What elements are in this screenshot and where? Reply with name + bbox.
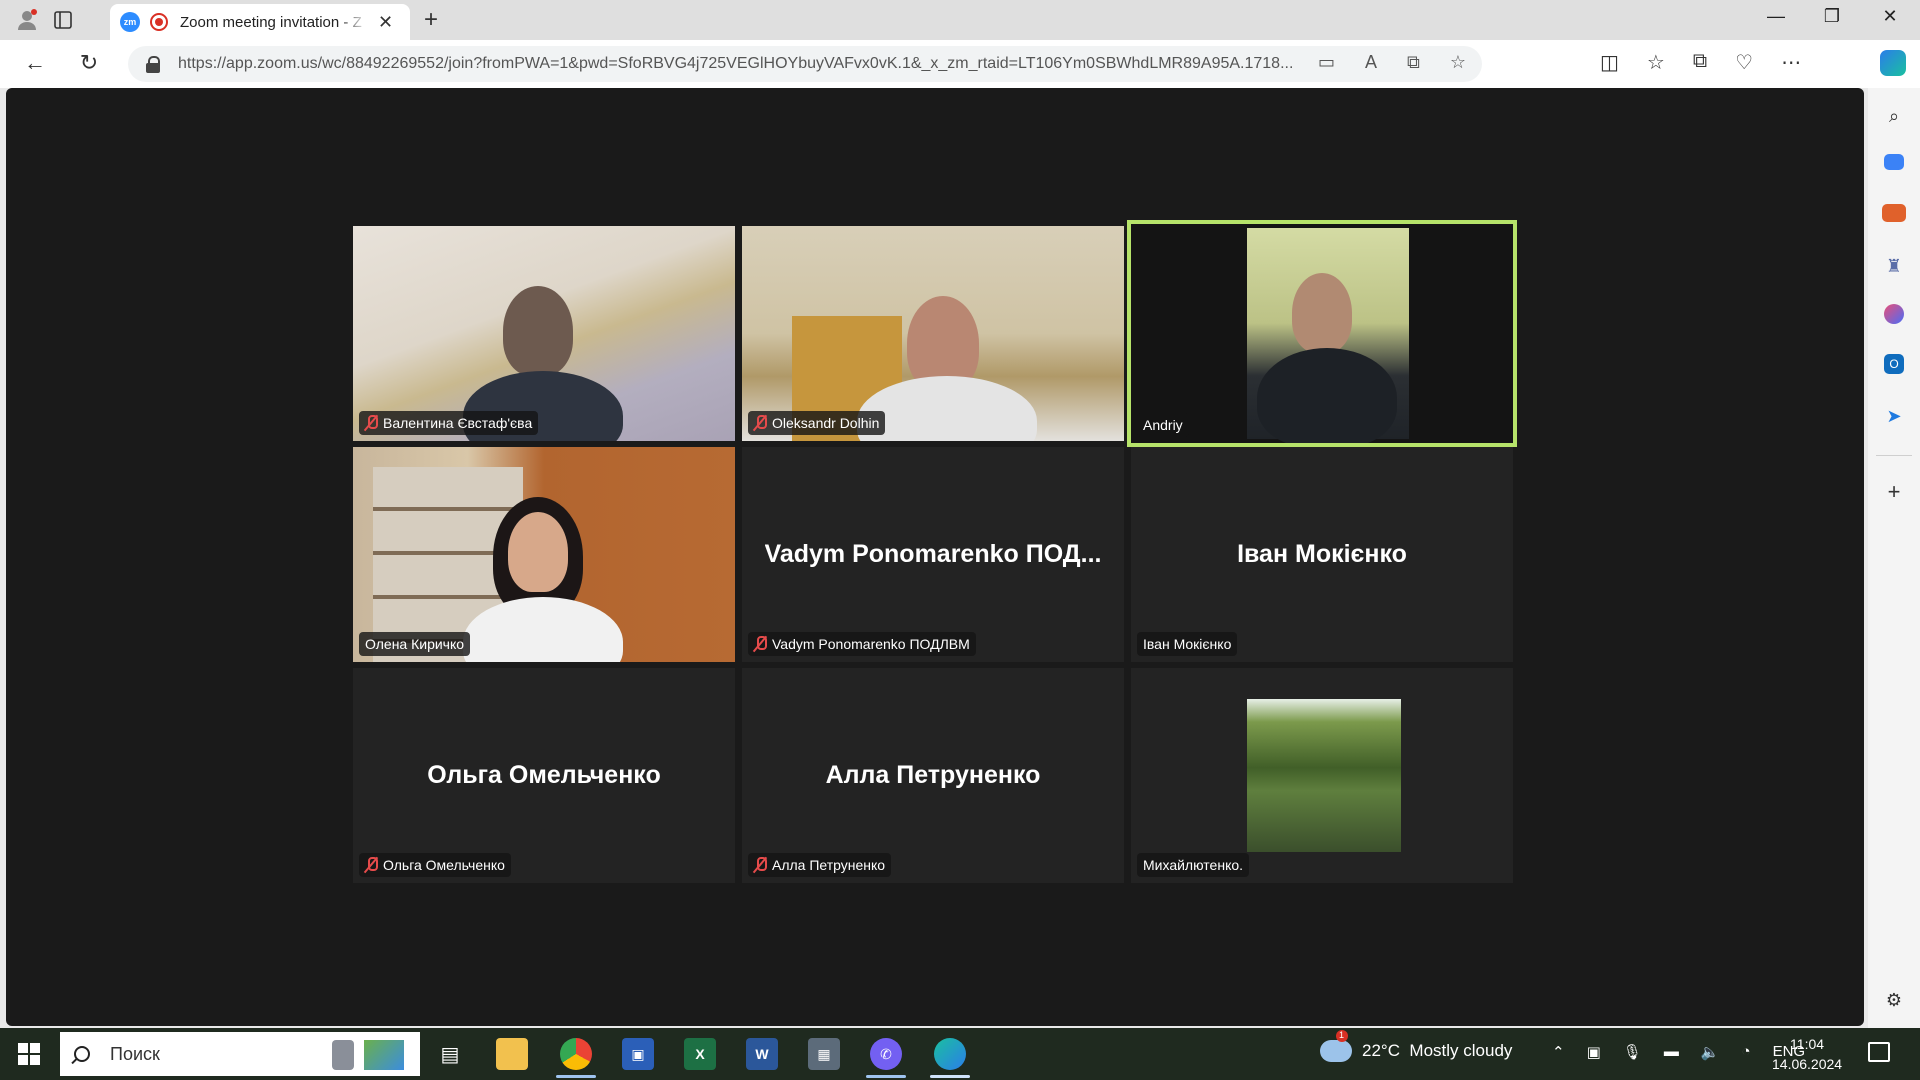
participant-tile[interactable]: Алла Петруненко Алла Петруненко [742, 668, 1124, 883]
task-view-icon[interactable]: ▤ [434, 1038, 466, 1070]
wifi-icon[interactable]: ◔ [1742, 1043, 1751, 1061]
search-icon [74, 1046, 90, 1062]
participant-name-label: Валентина Євстаф'єва [359, 411, 539, 435]
settings-icon[interactable]: ⚙ [1882, 988, 1906, 1012]
add-icon[interactable]: + [1882, 479, 1906, 504]
participant-video [1247, 228, 1409, 443]
recording-icon [150, 13, 168, 31]
chevron-up-icon[interactable]: ⌃ [1552, 1043, 1565, 1061]
collections-icon[interactable]: ⧉ [1693, 50, 1707, 75]
zoom-favicon-icon: zm [120, 12, 140, 32]
participant-tile[interactable]: Ольга Омельченко Ольга Омельченко [353, 668, 735, 883]
file-explorer-icon[interactable] [496, 1038, 528, 1070]
excel-icon[interactable]: X [684, 1038, 716, 1070]
tab-zoom-meeting[interactable]: zm Zoom meeting invitation - Z ✕ [110, 4, 410, 40]
participant-tile[interactable]: Валентина Євстаф'єва [353, 226, 735, 441]
microphone-icon[interactable]: 🎙 [1623, 1043, 1642, 1061]
mic-muted-icon [365, 857, 378, 873]
clock[interactable]: 11:04 14.06.2024 [1772, 1034, 1842, 1074]
word-icon[interactable]: W [746, 1038, 778, 1070]
tools-icon[interactable] [1882, 204, 1906, 222]
volume-icon[interactable]: 🔈 [1701, 1043, 1720, 1061]
app-available-icon[interactable]: ⧉ [1407, 52, 1420, 73]
participant-name-label: Алла Петруненко [748, 853, 892, 877]
clock-time: 11:04 [1790, 1036, 1825, 1052]
participant-display-name: Іван Мокієнко [1237, 540, 1407, 568]
profile-icon[interactable] [14, 8, 40, 32]
system-tray: ⌃ ▣ 🎙 ▬ 🔈 ◔ ENG [1552, 1043, 1805, 1061]
cloud-icon: 1 [1320, 1030, 1352, 1062]
participant-video [503, 286, 573, 376]
more-icon[interactable]: ⋯ [1781, 50, 1801, 75]
drop-icon[interactable]: ➤ [1882, 404, 1906, 428]
shopping-tag-icon[interactable] [1884, 154, 1904, 170]
browser-tab-bar: zm Zoom meeting invitation - Z ✕ + — ❐ ✕ [0, 0, 1920, 40]
video-icon[interactable]: ▭ [1318, 52, 1335, 73]
save-app-icon[interactable]: ▣ [622, 1038, 654, 1070]
tab-actions-icon[interactable] [50, 8, 76, 32]
notification-icon[interactable] [1868, 1042, 1890, 1062]
outlook-icon[interactable]: O [1884, 354, 1904, 374]
battery-icon[interactable]: ▬ [1664, 1043, 1679, 1061]
microsoft365-icon[interactable] [1884, 304, 1904, 324]
copilot-icon[interactable] [1880, 50, 1906, 76]
participant-name-label: Vadym Ponomarenko ПОДЛВМ [748, 632, 976, 656]
search-highlight-map-icon [364, 1040, 404, 1070]
read-aloud-icon[interactable]: A [1365, 52, 1377, 73]
taskbar-search[interactable]: Поиск [60, 1032, 420, 1076]
lock-icon[interactable] [146, 56, 160, 73]
close-tab-icon[interactable]: ✕ [378, 12, 393, 33]
participant-name-label: Олена Киричко [359, 632, 471, 656]
favorite-star-icon[interactable]: ☆ [1450, 52, 1466, 73]
new-tab-icon[interactable]: + [424, 6, 438, 34]
mic-muted-icon [754, 857, 767, 873]
participant-name-label: Іван Мокієнко [1137, 632, 1238, 656]
url-text[interactable]: https://app.zoom.us/wc/88492269552/join?… [178, 55, 1358, 73]
favorites-icon[interactable]: ☆ [1647, 50, 1665, 75]
browser-nav-bar: ← ↻ https://app.zoom.us/wc/88492269552/j… [0, 40, 1920, 88]
tab-title: Zoom meeting invitation - Z [180, 13, 362, 31]
refresh-icon[interactable]: ↻ [74, 50, 104, 76]
participant-tile-active-speaker[interactable]: Andriy [1127, 220, 1517, 447]
windows-taskbar: Поиск ▤ ▣ X W ▦ ✆ 1 22°C Mostly cloudy ⌃… [0, 1028, 1920, 1080]
address-bar[interactable]: https://app.zoom.us/wc/88492269552/join?… [128, 46, 1482, 82]
split-screen-icon[interactable]: ◫ [1600, 50, 1619, 75]
mic-muted-icon [754, 415, 767, 431]
browser-essentials-icon[interactable]: ♡ [1735, 50, 1753, 75]
chrome-icon[interactable] [560, 1038, 592, 1070]
zoom-meeting-view: Валентина Євстаф'єва Oleksandr Dolhin An… [6, 88, 1864, 1026]
back-arrow-icon[interactable]: ← [20, 50, 50, 76]
meet-now-icon[interactable]: ▣ [1587, 1043, 1601, 1061]
search-placeholder: Поиск [110, 1043, 160, 1064]
participant-tile[interactable]: Vadym Ponomarenko ПОД... Vadym Ponomaren… [742, 447, 1124, 662]
edge-sidebar: ⌕ ♜ O ➤ + ⚙ [1868, 88, 1920, 1028]
participant-name-label: Oleksandr Dolhin [748, 411, 886, 435]
participant-avatar-image [1247, 699, 1401, 852]
participant-name-label: Михайлютенко. [1137, 853, 1250, 877]
close-window-icon[interactable]: ✕ [1870, 6, 1910, 27]
participant-tile[interactable]: Іван Мокієнко Іван Мокієнко [1131, 447, 1513, 662]
participant-display-name: Ольга Омельченко [427, 761, 661, 789]
participant-name-label: Ольга Омельченко [359, 853, 511, 877]
participant-display-name: Алла Петруненко [825, 761, 1041, 789]
games-icon[interactable]: ♜ [1882, 254, 1906, 278]
mic-muted-icon [754, 636, 767, 652]
calculator-icon[interactable]: ▦ [808, 1038, 840, 1070]
windows-start-icon[interactable] [18, 1043, 40, 1065]
participant-tile[interactable]: Михайлютенко. [1131, 668, 1513, 883]
viber-icon[interactable]: ✆ [870, 1038, 902, 1070]
search-icon[interactable]: ⌕ [1882, 104, 1906, 128]
weather-text: 22°C Mostly cloudy [1362, 1041, 1513, 1060]
search-highlight-icon [332, 1040, 354, 1070]
clock-date: 14.06.2024 [1772, 1056, 1843, 1072]
weather-widget[interactable]: 1 22°C Mostly cloudy [1320, 1030, 1513, 1062]
participant-tile[interactable]: Oleksandr Dolhin [742, 226, 1124, 441]
edge-icon[interactable] [934, 1038, 966, 1070]
participant-tile[interactable]: Олена Киричко [353, 447, 735, 662]
participant-display-name: Vadym Ponomarenko ПОД... [764, 540, 1102, 568]
participant-name-label: Andriy [1137, 413, 1189, 437]
minimize-icon[interactable]: — [1756, 6, 1796, 27]
mic-muted-icon [365, 415, 378, 431]
restore-icon[interactable]: ❐ [1812, 6, 1852, 27]
